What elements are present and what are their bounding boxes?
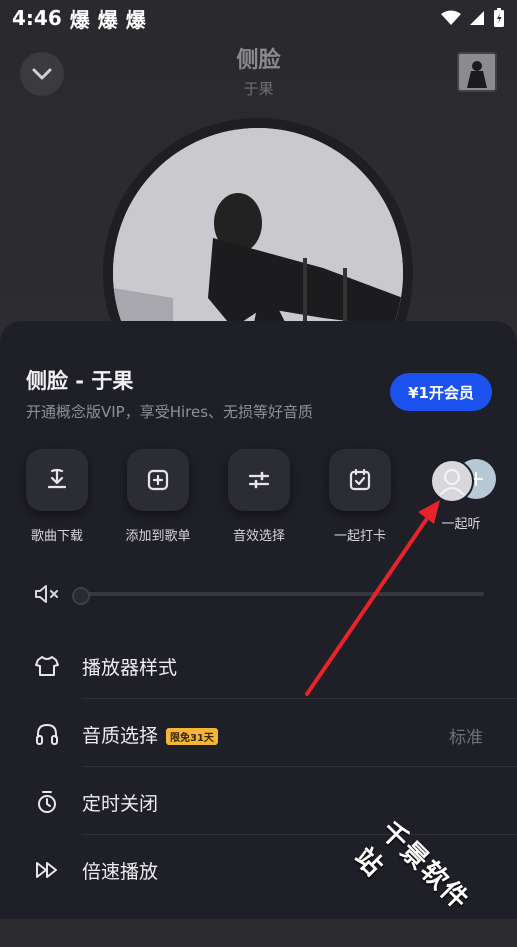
annotation-arrow [305,500,440,696]
